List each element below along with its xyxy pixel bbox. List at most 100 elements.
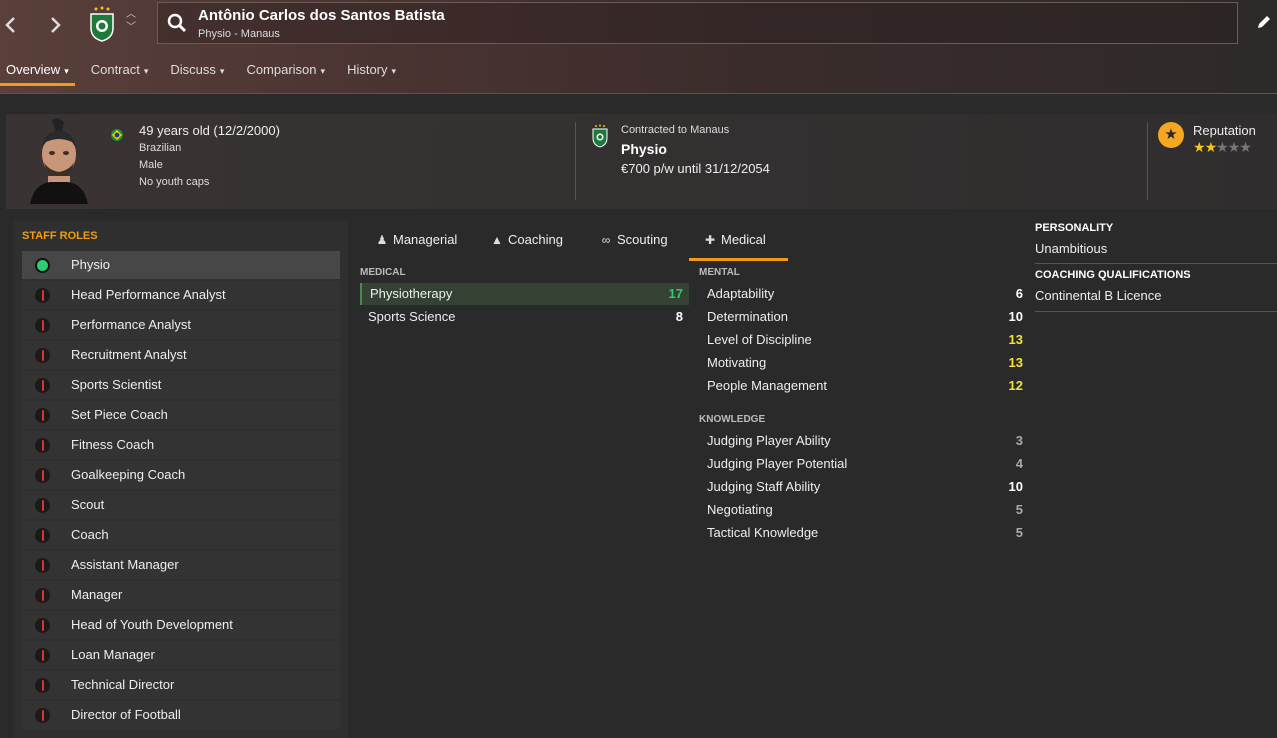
- attribute-row[interactable]: Tactical Knowledge 5: [699, 522, 1029, 544]
- tab-comparison[interactable]: Comparison ▾: [240, 60, 331, 86]
- tab-overview[interactable]: Overview ▾: [0, 60, 75, 86]
- chevron-down-icon: ▾: [64, 66, 69, 76]
- pencil-icon[interactable]: [1256, 14, 1272, 30]
- search-box[interactable]: Antônio Carlos dos Santos Batista Physio…: [157, 2, 1238, 44]
- staff-role-item[interactable]: Head Performance Analyst: [22, 281, 340, 309]
- chevron-down-icon: ▾: [219, 66, 225, 76]
- staff-roles-title: STAFF ROLES: [22, 230, 98, 242]
- divider: [575, 122, 576, 200]
- staff-role-item[interactable]: Set Piece Coach: [22, 401, 340, 429]
- tab-label: Coaching: [508, 232, 563, 247]
- staff-name: Antônio Carlos dos Santos Batista: [198, 7, 445, 24]
- tab-label: Discuss: [170, 62, 216, 77]
- gender: Male: [139, 159, 163, 171]
- attribute-row[interactable]: Sports Science 8: [360, 306, 689, 328]
- club-crest-icon[interactable]: [88, 6, 116, 42]
- attribute-name: Determination: [707, 309, 788, 324]
- role-inactive-icon: [35, 648, 50, 663]
- attribute-row[interactable]: Judging Player Potential 4: [699, 453, 1029, 475]
- attribute-name: Adaptability: [707, 286, 775, 301]
- attribute-name: Judging Staff Ability: [707, 479, 821, 494]
- staff-role-item[interactable]: Fitness Coach: [22, 431, 340, 459]
- staff-role-item[interactable]: Physio: [22, 251, 340, 279]
- attribute-name: Negotiating: [707, 502, 773, 517]
- star-icon: ★: [1158, 122, 1184, 148]
- attribute-row[interactable]: Negotiating 5: [699, 499, 1029, 521]
- role-inactive-icon: [35, 408, 50, 423]
- avatar: [30, 118, 88, 204]
- tab-coaching[interactable]: ▲ Coaching: [476, 225, 577, 261]
- tab-history[interactable]: History ▾: [341, 60, 402, 86]
- divider: [1035, 263, 1277, 264]
- staff-role-item[interactable]: Goalkeeping Coach: [22, 461, 340, 489]
- staff-role-label: Set Piece Coach: [71, 407, 168, 422]
- attribute-row[interactable]: Determination 10: [699, 306, 1029, 328]
- staff-subtitle: Physio - Manaus: [198, 28, 280, 40]
- attribute-row[interactable]: Motivating 13: [699, 352, 1029, 374]
- tab-medical[interactable]: ✚ Medical: [689, 225, 788, 261]
- attribute-row[interactable]: Judging Staff Ability 10: [699, 476, 1029, 498]
- staff-role-item[interactable]: Sports Scientist: [22, 371, 340, 399]
- role-inactive-icon: [35, 708, 50, 723]
- star-icon: ★: [1216, 139, 1229, 155]
- attribute-value: 12: [1008, 378, 1023, 393]
- attribute-row[interactable]: Adaptability 6: [699, 283, 1029, 305]
- nationality: Brazilian: [139, 142, 182, 154]
- role-inactive-icon: [35, 588, 50, 603]
- staff-role-item[interactable]: Head of Youth Development: [22, 611, 340, 639]
- forward-button[interactable]: [44, 10, 66, 36]
- club-crest-icon: [592, 124, 608, 148]
- mental-title: MENTAL: [699, 267, 740, 278]
- tab-scouting[interactable]: ∞ Scouting: [585, 225, 682, 261]
- staff-role-item[interactable]: Recruitment Analyst: [22, 341, 340, 369]
- chevron-down-icon: ▾: [391, 66, 397, 76]
- staff-role-item[interactable]: Coach: [22, 521, 340, 549]
- top-bar: ︿ ﹀ Antônio Carlos dos Santos Batista Ph…: [0, 0, 1277, 94]
- role-inactive-icon: [35, 558, 50, 573]
- tab-managerial[interactable]: ♟ Managerial: [361, 225, 471, 261]
- youth-caps: No youth caps: [139, 176, 210, 188]
- staff-role-item[interactable]: Director of Football: [22, 701, 340, 729]
- chevron-up-icon[interactable]: ︿: [124, 8, 138, 21]
- star-icon: ★: [1239, 139, 1252, 155]
- staff-role-label: Goalkeeping Coach: [71, 467, 186, 482]
- updown-buttons[interactable]: ︿ ﹀: [124, 8, 138, 34]
- staff-role-item[interactable]: Technical Director: [22, 671, 340, 699]
- staff-role-label: Manager: [71, 587, 123, 602]
- role-inactive-icon: [35, 348, 50, 363]
- chevron-left-icon: [5, 17, 15, 33]
- attribute-name: People Management: [707, 378, 827, 393]
- tab-label: Contract: [90, 62, 140, 77]
- attribute-value: 13: [1008, 355, 1023, 370]
- attribute-value: 17: [668, 286, 683, 301]
- qualifications-title: COACHING QUALIFICATIONS: [1035, 269, 1191, 281]
- attribute-value: 10: [1008, 479, 1023, 494]
- contract-role: Physio: [621, 141, 667, 157]
- staff-role-item[interactable]: Loan Manager: [22, 641, 340, 669]
- attribute-row[interactable]: Physiotherapy 17: [360, 283, 689, 305]
- profile-strip: 49 years old (12/2/2000) Brazilian Male …: [6, 114, 1277, 209]
- role-inactive-icon: [35, 618, 50, 633]
- attribute-row[interactable]: Judging Player Ability 3: [699, 430, 1029, 452]
- tab-discuss[interactable]: Discuss ▾: [164, 60, 230, 86]
- attribute-row[interactable]: People Management 12: [699, 375, 1029, 397]
- attribute-row[interactable]: Level of Discipline 13: [699, 329, 1029, 351]
- attribute-value: 3: [1015, 433, 1023, 448]
- attribute-value: 8: [675, 309, 683, 324]
- staff-role-item[interactable]: Manager: [22, 581, 340, 609]
- role-inactive-icon: [35, 318, 50, 333]
- staff-role-item[interactable]: Performance Analyst: [22, 311, 340, 339]
- divider: [1035, 311, 1277, 312]
- staff-role-item[interactable]: Assistant Manager: [22, 551, 340, 579]
- attribute-name: Motivating: [707, 355, 767, 370]
- main-tabs: Overview ▾ Contract ▾ Discuss ▾ Comparison ▾…: [0, 60, 412, 86]
- staff-role-label: Physio: [71, 257, 111, 272]
- tab-contract[interactable]: Contract ▾: [85, 60, 155, 86]
- chevron-down-icon[interactable]: ﹀: [124, 21, 138, 34]
- staff-role-item[interactable]: Scout: [22, 491, 340, 519]
- search-icon: [167, 13, 187, 33]
- staff-role-label: Head of Youth Development: [71, 617, 233, 632]
- back-button[interactable]: [0, 10, 22, 36]
- staff-role-label: Fitness Coach: [71, 437, 155, 452]
- age-dob: 49 years old (12/2/2000): [139, 123, 280, 138]
